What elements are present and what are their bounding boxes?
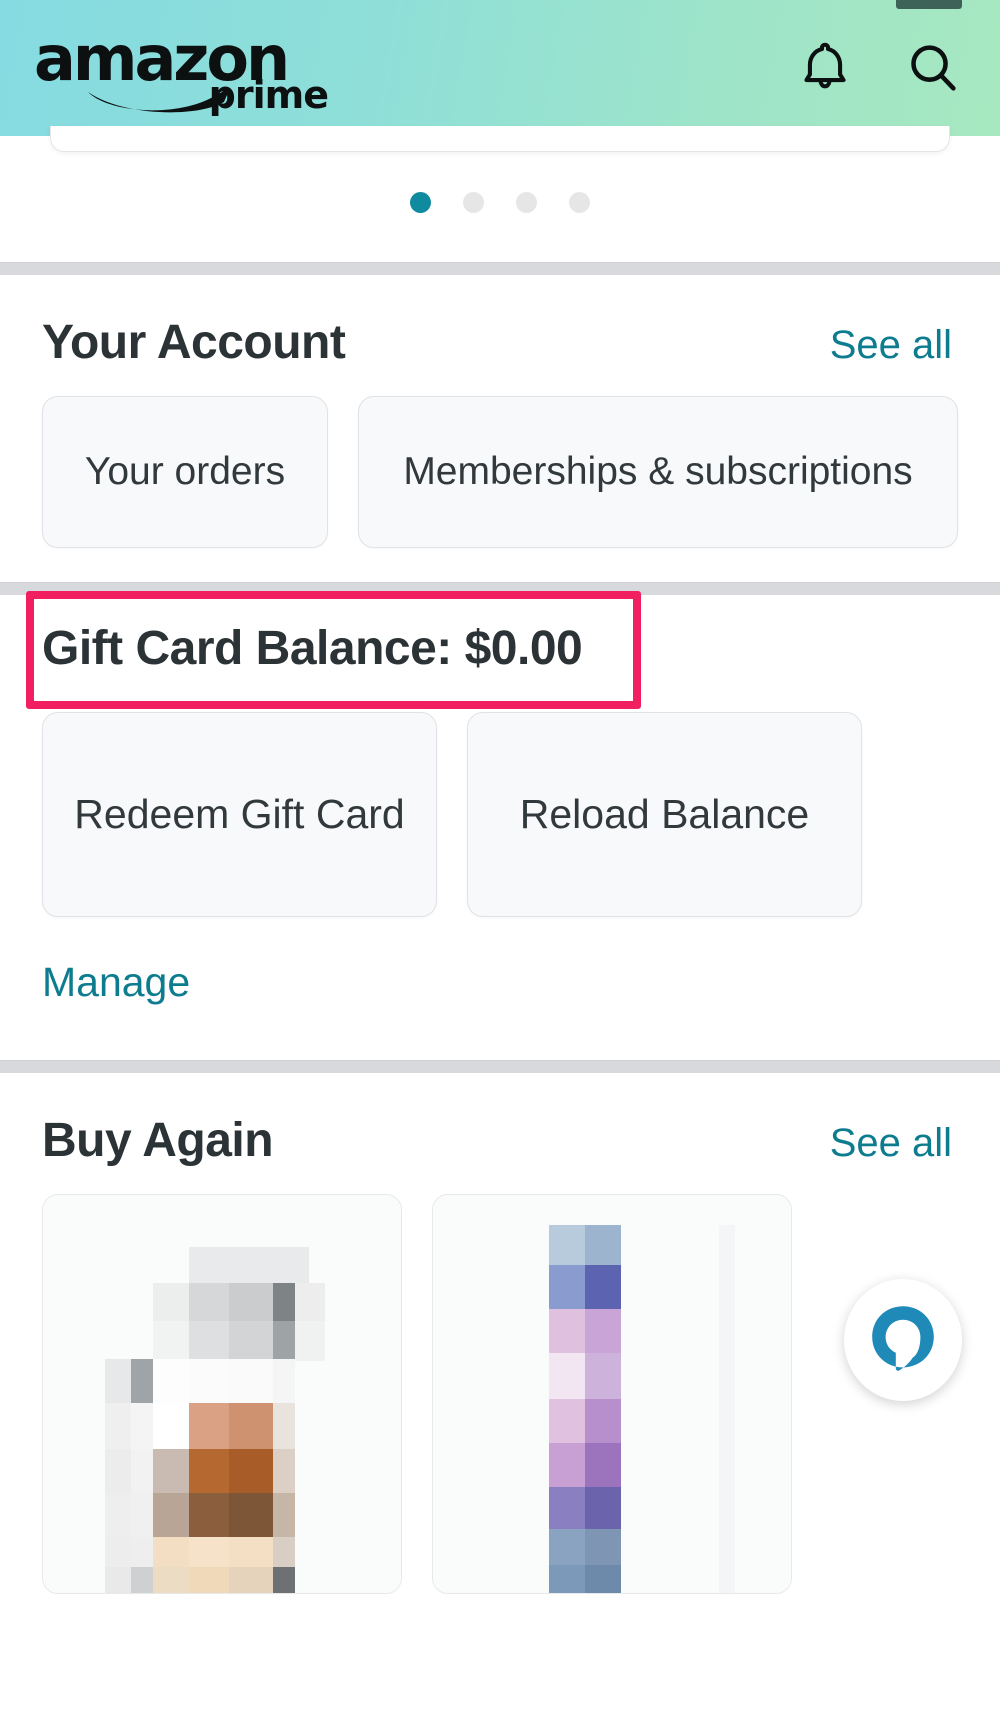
memberships-label: Memberships & subscriptions	[403, 449, 913, 493]
section-divider	[0, 262, 1000, 275]
app-screen: amazon prime Your Account See all Your o…	[0, 0, 1000, 1728]
carousel-dot-1[interactable]	[410, 192, 431, 213]
gift-card-balance-label: Gift Card Balance: $0.00	[42, 622, 583, 675]
section-divider	[0, 1060, 1000, 1073]
product-thumbnail-2	[433, 1195, 791, 1593]
bell-icon[interactable]	[796, 39, 854, 97]
gift-card-actions: Redeem Gift Card Reload Balance	[42, 698, 958, 917]
hero-carousel	[0, 126, 1000, 262]
buy-again-product-row	[42, 1194, 958, 1594]
header-actions	[796, 39, 972, 97]
carousel-dot-2[interactable]	[463, 192, 484, 213]
gift-card-balance-row: Gift Card Balance: $0.00	[26, 591, 641, 709]
app-header: amazon prime	[0, 0, 1000, 136]
carousel-dots	[0, 192, 1000, 213]
search-icon[interactable]	[904, 39, 962, 97]
page-title: Your Account	[42, 316, 346, 369]
carousel-dot-3[interactable]	[516, 192, 537, 213]
reload-balance-label: Reload Balance	[519, 790, 810, 837]
section-divider	[0, 582, 1000, 595]
gift-card-section: Gift Card Balance: $0.00 Redeem Gift Car…	[0, 591, 1000, 1060]
buy-again-see-all-link[interactable]: See all	[830, 1121, 958, 1166]
your-orders-button[interactable]: Your orders	[42, 396, 328, 548]
status-bar-fragment	[896, 0, 962, 9]
account-see-all-link[interactable]: See all	[830, 323, 958, 368]
your-orders-label: Your orders	[84, 449, 286, 493]
reload-balance-button[interactable]: Reload Balance	[467, 712, 862, 917]
carousel-card-edge	[50, 126, 950, 152]
product-card[interactable]	[432, 1194, 792, 1594]
amazon-prime-logo[interactable]: amazon prime	[34, 24, 334, 117]
carousel-dot-4[interactable]	[569, 192, 590, 213]
alexa-assistant-button[interactable]	[844, 1279, 962, 1401]
product-thumbnail-1	[43, 1195, 401, 1593]
your-account-section: Your Account See all Your orders Members…	[0, 275, 1000, 582]
redeem-gift-card-label: Redeem Gift Card	[74, 790, 405, 837]
buy-again-header: Buy Again See all	[42, 1073, 958, 1194]
alexa-bubble-icon	[872, 1306, 934, 1371]
prime-wordmark: prime	[208, 73, 329, 117]
account-tile-row: Your orders Memberships & subscriptions	[42, 396, 958, 582]
product-card[interactable]	[42, 1194, 402, 1594]
redeem-gift-card-button[interactable]: Redeem Gift Card	[42, 712, 437, 917]
manage-link[interactable]: Manage	[42, 917, 190, 1060]
memberships-subscriptions-button[interactable]: Memberships & subscriptions	[358, 396, 958, 548]
your-account-header: Your Account See all	[42, 275, 958, 396]
buy-again-title: Buy Again	[42, 1114, 274, 1167]
